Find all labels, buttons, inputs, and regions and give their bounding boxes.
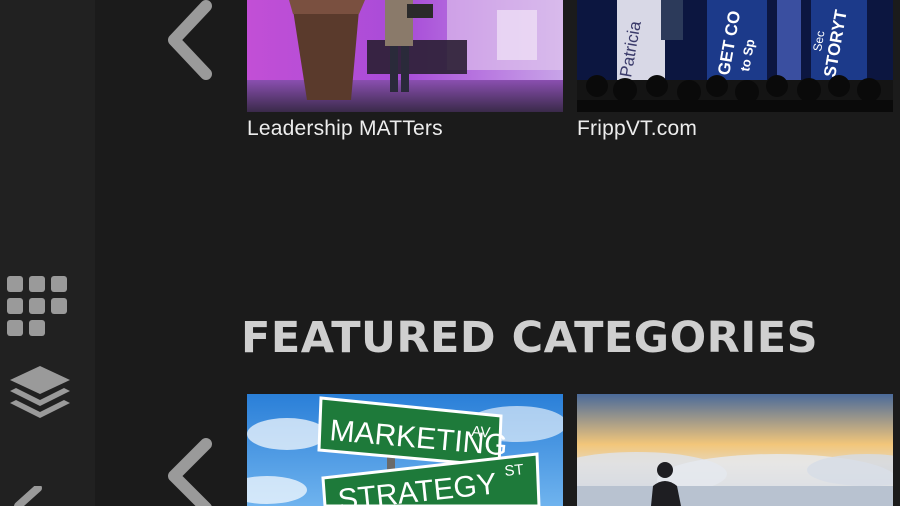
layers-icon[interactable] [8, 364, 72, 420]
category-tile[interactable] [577, 394, 893, 506]
video-tile[interactable]: Patricia GET CO to Sp STORYT Sec FrippVT… [577, 0, 893, 146]
tile-title: FrippVT.com [577, 117, 698, 140]
sidebar [0, 0, 95, 506]
audience-banners-thumbnail: Patricia GET CO to Sp STORYT Sec [577, 0, 893, 112]
video-tile[interactable]: Leadership MATTers [247, 0, 563, 146]
sign-text: ST [504, 461, 525, 480]
tile-title: Leadership MATTers [247, 117, 443, 140]
section-title: FEATURED CATEGORIES [241, 313, 819, 363]
clouds-person-thumbnail [577, 394, 893, 506]
carousel-prev-chevron-icon[interactable] [160, 436, 220, 506]
stage-speaker-thumbnail [247, 0, 563, 112]
grid-icon[interactable] [6, 276, 70, 338]
category-tile[interactable]: MARKETING AV STRATEGY ST [247, 394, 563, 506]
chevron-left-icon[interactable] [8, 486, 48, 506]
sign-text: AV [471, 423, 491, 442]
carousel-prev-chevron-icon[interactable] [160, 0, 220, 82]
marketing-strategy-sign-thumbnail: MARKETING AV STRATEGY ST [247, 394, 563, 506]
